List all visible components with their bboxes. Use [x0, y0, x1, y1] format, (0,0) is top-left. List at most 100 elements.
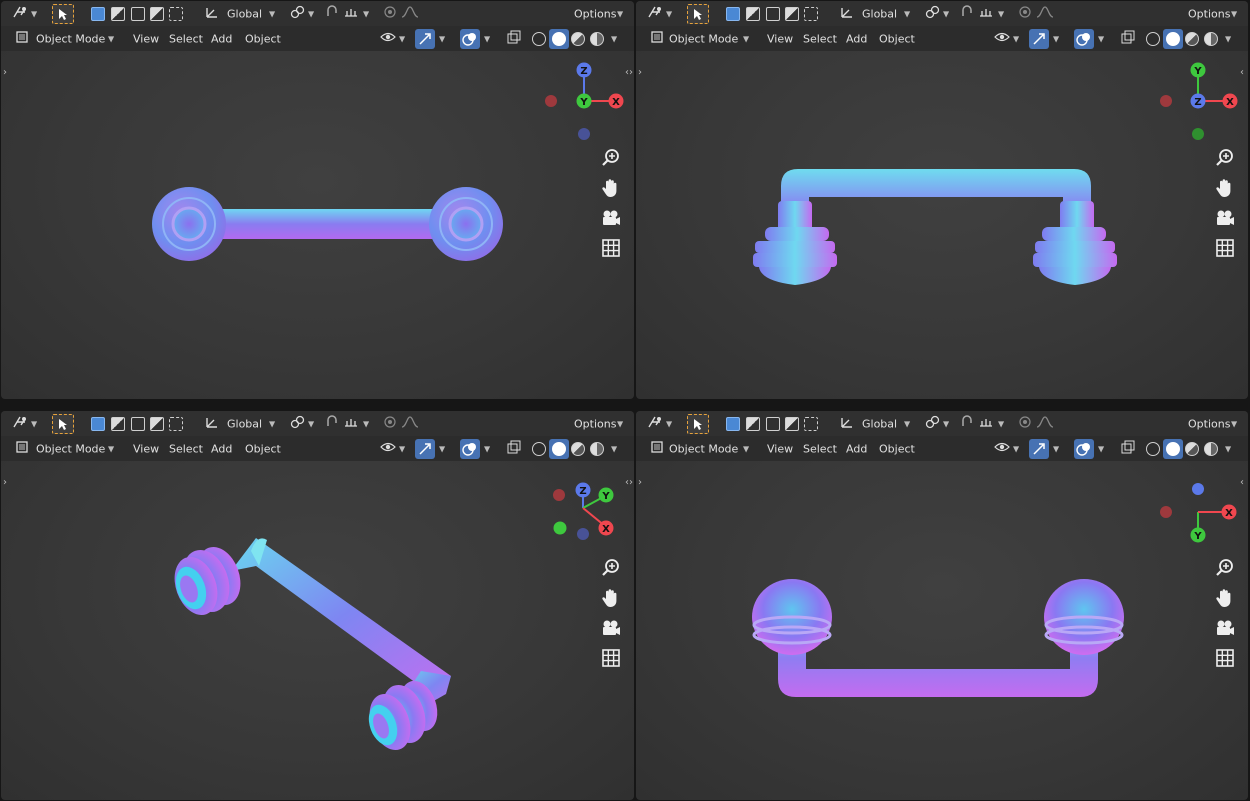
xray-toggle-icon[interactable] — [505, 30, 523, 48]
chevron-down-icon[interactable]: ▼ — [363, 9, 369, 18]
editor-type-icon[interactable] — [646, 415, 664, 433]
chevron-down-icon[interactable]: ▼ — [1053, 34, 1059, 43]
handle-object-side-view[interactable] — [748, 579, 1128, 704]
navigation-gizmo[interactable]: Z Y X — [541, 471, 631, 561]
chevron-down-icon[interactable]: ▼ — [108, 34, 114, 43]
proportional-edit-icon[interactable] — [1016, 415, 1034, 433]
chevron-down-icon[interactable]: ▼ — [439, 444, 445, 453]
chevron-down-icon[interactable]: ▼ — [998, 9, 1004, 18]
viewport-bottom-right[interactable]: ▼ Global ▼ ▼ ▼ Options ▼ Object Mode ▼ V… — [636, 411, 1248, 800]
select-box-mode-icon[interactable] — [91, 416, 105, 431]
pivot-point-icon[interactable] — [924, 415, 942, 433]
pivot-point-icon[interactable] — [924, 5, 942, 23]
proportional-edit-icon[interactable] — [381, 415, 399, 433]
menu-select[interactable]: Select — [169, 32, 203, 45]
toolbar-expand-icon[interactable]: › — [638, 67, 642, 78]
pivot-point-icon[interactable] — [289, 415, 307, 433]
chevron-down-icon[interactable]: ▼ — [269, 9, 275, 18]
transform-orientation-icon[interactable] — [838, 415, 856, 433]
chevron-down-icon[interactable]: ▼ — [617, 9, 623, 18]
chevron-down-icon[interactable]: ▼ — [666, 419, 672, 428]
editor-type-icon[interactable] — [11, 415, 29, 433]
gizmo-toggle-button[interactable] — [415, 438, 435, 459]
select-tool-button[interactable] — [687, 3, 709, 24]
select-intersect-mode-icon[interactable] — [804, 416, 818, 431]
xray-toggle-icon[interactable] — [1119, 30, 1137, 48]
handle-object-front-view[interactable] — [751, 161, 1121, 291]
select-tool-button[interactable] — [52, 3, 74, 24]
chevron-down-icon[interactable]: ▼ — [484, 34, 490, 43]
mode-selector[interactable]: Object Mode — [669, 32, 738, 45]
toolbar-expand-icon[interactable]: › — [3, 477, 7, 488]
menu-add[interactable]: Add — [846, 32, 867, 45]
menu-add[interactable]: Add — [211, 442, 232, 455]
snap-increment-icon[interactable] — [342, 415, 360, 433]
chevron-down-icon[interactable]: ▼ — [1231, 419, 1237, 428]
chevron-down-icon[interactable]: ▼ — [998, 419, 1004, 428]
wireframe-shading-icon[interactable] — [532, 441, 546, 456]
select-subtract-mode-icon[interactable] — [131, 416, 145, 431]
transform-orientation-icon[interactable] — [838, 5, 856, 23]
menu-view[interactable]: View — [133, 32, 159, 45]
proportional-edit-icon[interactable] — [1016, 5, 1034, 23]
menu-view[interactable]: View — [767, 32, 793, 45]
zoom-icon[interactable] — [599, 556, 623, 580]
menu-add[interactable]: Add — [846, 442, 867, 455]
select-extend-mode-icon[interactable] — [746, 6, 760, 21]
falloff-curve-icon[interactable] — [401, 415, 419, 433]
viewport-top-left[interactable]: ▼ Global ▼ ▼ ▼ Options ▼ Object Mode ▼ V… — [1, 1, 634, 399]
menu-select[interactable]: Select — [169, 442, 203, 455]
select-subtract-mode-icon[interactable] — [766, 416, 780, 431]
transform-orientation-label[interactable]: Global — [862, 7, 897, 20]
snap-increment-icon[interactable] — [977, 5, 995, 23]
overlays-toggle-button[interactable] — [460, 438, 480, 459]
navigation-gizmo[interactable]: Y Z X — [1156, 59, 1246, 149]
hand-icon[interactable] — [1213, 176, 1237, 200]
solid-shading-button[interactable] — [549, 438, 569, 459]
handle-object-perspective-view[interactable] — [161, 526, 471, 761]
menu-object[interactable]: Object — [245, 32, 281, 45]
options-dropdown[interactable]: Options — [1188, 417, 1230, 430]
menu-object[interactable]: Object — [879, 442, 915, 455]
material-shading-icon[interactable] — [571, 31, 585, 46]
chevron-down-icon[interactable]: ▼ — [904, 9, 910, 18]
navigation-gizmo[interactable]: X Y — [1156, 477, 1246, 557]
grid-icon[interactable] — [1213, 646, 1237, 670]
overlays-toggle-button[interactable] — [460, 28, 480, 49]
menu-add[interactable]: Add — [211, 32, 232, 45]
select-box-mode-icon[interactable] — [91, 6, 105, 21]
viewport-top-right[interactable]: ▼ Global ▼ ▼ ▼ Options ▼ Object Mode ▼ V… — [636, 1, 1248, 399]
chevron-down-icon[interactable]: ▼ — [611, 34, 617, 43]
select-invert-mode-icon[interactable] — [785, 6, 799, 21]
chevron-down-icon[interactable]: ▼ — [31, 9, 37, 18]
options-dropdown[interactable]: Options — [1188, 7, 1230, 20]
visibility-eye-icon[interactable] — [379, 440, 397, 458]
grid-icon[interactable] — [599, 646, 623, 670]
zoom-icon[interactable] — [599, 146, 623, 170]
transform-orientation-label[interactable]: Global — [862, 417, 897, 430]
camera-icon[interactable] — [599, 206, 623, 230]
select-subtract-mode-icon[interactable] — [766, 6, 780, 21]
menu-object[interactable]: Object — [245, 442, 281, 455]
chevron-down-icon[interactable]: ▼ — [1013, 444, 1019, 453]
snap-increment-icon[interactable] — [977, 415, 995, 433]
falloff-curve-icon[interactable] — [401, 5, 419, 23]
menu-select[interactable]: Select — [803, 32, 837, 45]
select-invert-mode-icon[interactable] — [785, 416, 799, 431]
hand-icon[interactable] — [599, 176, 623, 200]
visibility-eye-icon[interactable] — [379, 30, 397, 48]
chevron-down-icon[interactable]: ▼ — [617, 419, 623, 428]
wireframe-shading-icon[interactable] — [1146, 441, 1160, 456]
select-invert-mode-icon[interactable] — [150, 416, 164, 431]
chevron-down-icon[interactable]: ▼ — [666, 9, 672, 18]
gizmo-toggle-button[interactable] — [1029, 438, 1049, 459]
chevron-down-icon[interactable]: ▼ — [1053, 444, 1059, 453]
proportional-edit-icon[interactable] — [381, 5, 399, 23]
overlays-toggle-button[interactable] — [1074, 28, 1094, 49]
handle-object-top-view[interactable] — [141, 176, 521, 276]
chevron-down-icon[interactable]: ▼ — [1225, 444, 1231, 453]
xray-toggle-icon[interactable] — [505, 440, 523, 458]
rendered-shading-icon[interactable] — [1204, 31, 1218, 46]
select-extend-mode-icon[interactable] — [111, 6, 125, 21]
mode-selector[interactable]: Object Mode — [36, 32, 105, 45]
